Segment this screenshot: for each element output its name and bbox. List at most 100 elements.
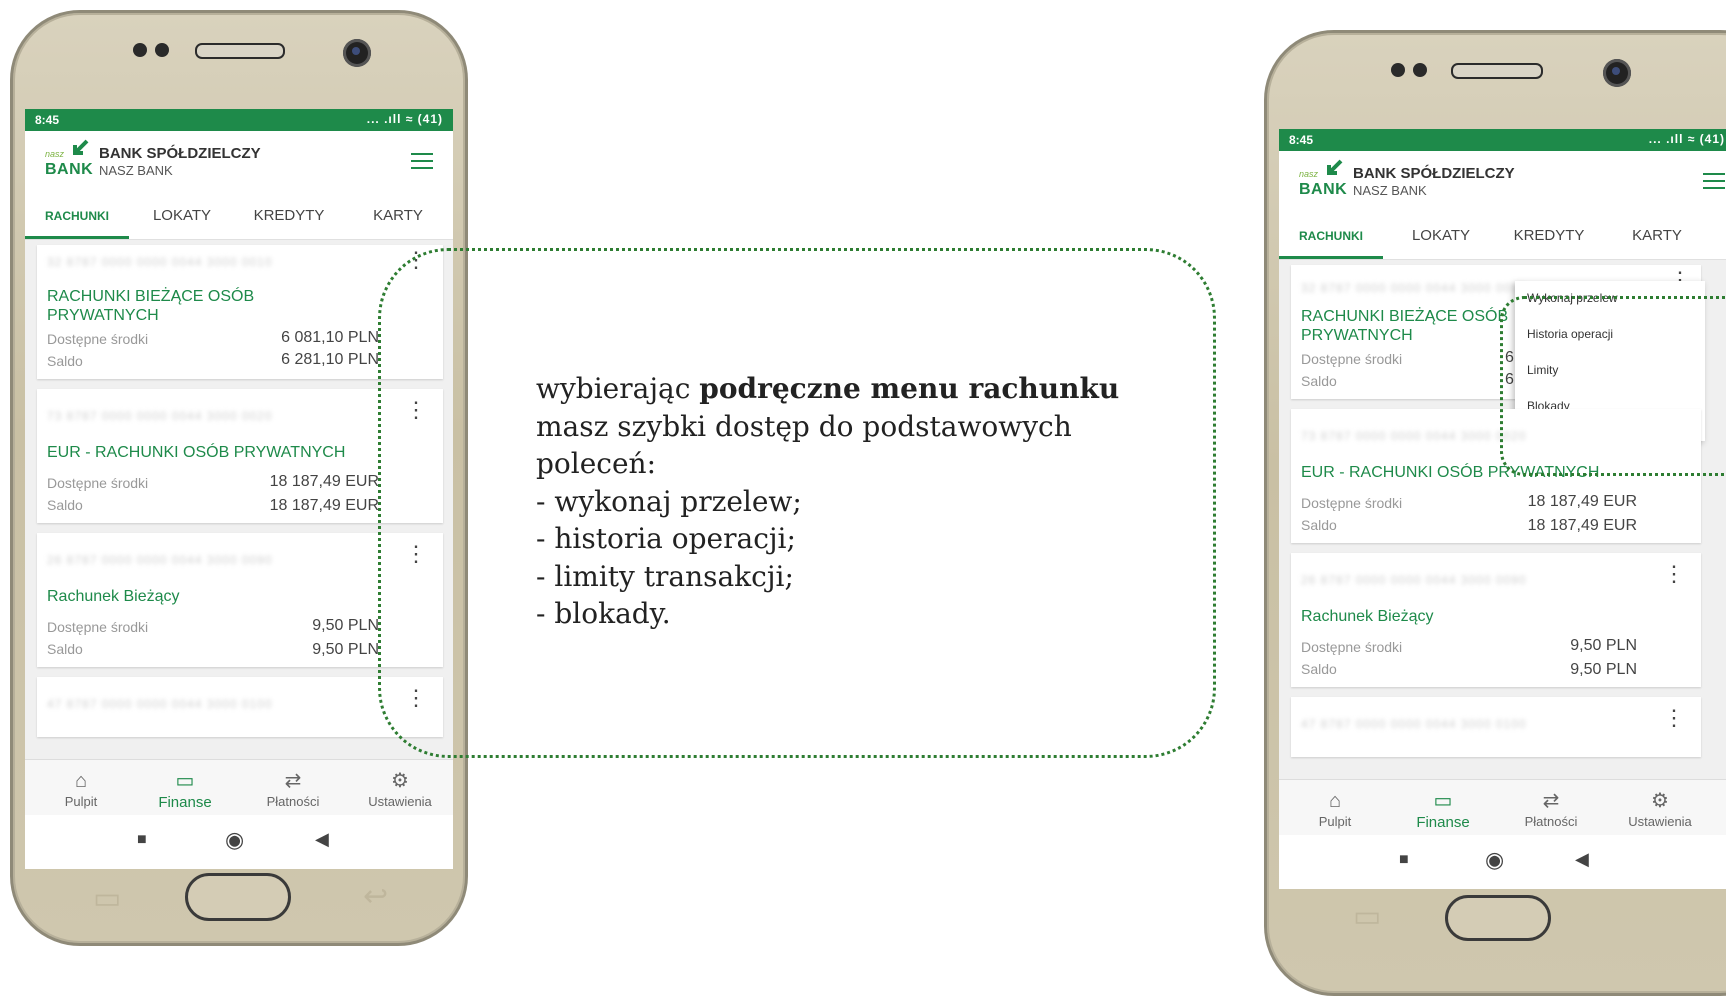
- status-icons: ... .ıll ≈ (41): [1648, 132, 1725, 146]
- nav-pulpit[interactable]: ⌂ Pulpit: [31, 760, 131, 809]
- account-card[interactable]: 26 8787 0000 0000 0044 3000 0090 ⋮ Rachu…: [1291, 553, 1701, 687]
- balance-value: 9,50 PLN: [312, 641, 379, 658]
- available-value: 18 187,49 EUR: [269, 473, 379, 490]
- transfer-arrows-icon: ⇄: [1542, 790, 1560, 812]
- bottom-navigation: ⌂ Pulpit ▭ Finanse ⇄ Płatności ⚙ Ustawienia: [1279, 779, 1726, 836]
- nav-ustawienia[interactable]: ⚙ Ustawienia: [1607, 780, 1713, 829]
- balance-label: Saldo: [47, 497, 83, 513]
- hardware-home-button[interactable]: [1445, 895, 1551, 941]
- account-name: RACHUNKI BIEŻĄCE OSÓB PRYWATNYCH: [47, 288, 255, 324]
- wallet-icon: ▭: [1433, 790, 1453, 812]
- status-time: 8:45: [35, 113, 60, 127]
- available-label: Dostępne środki: [47, 475, 149, 491]
- hardware-recents-icon: ▭: [1353, 900, 1382, 933]
- available-value: 18 187,49 EUR: [1527, 493, 1637, 510]
- account-number: 73 8787 0000 0000 0044 3000 0020: [1301, 429, 1527, 443]
- bottom-navigation: ⌂ Pulpit ▭ Finanse ⇄ Płatności ⚙ Ustawienia: [25, 759, 453, 816]
- status-bar: 8:45 ... .ıll ≈ (41): [25, 109, 453, 131]
- tab-kredyty[interactable]: KREDYTY: [1495, 213, 1603, 259]
- hamburger-menu-icon[interactable]: [1703, 173, 1725, 189]
- available-label: Dostępne środki: [1301, 351, 1403, 367]
- kebab-menu-icon[interactable]: ⋮: [1663, 563, 1685, 585]
- account-number: 26 8787 0000 0000 0044 3000 0090: [47, 553, 273, 567]
- back-triangle-icon[interactable]: ◀: [315, 829, 329, 850]
- tab-lokaty[interactable]: LOKATY: [1387, 213, 1495, 259]
- nav-platnosci[interactable]: ⇄ Płatności: [1501, 780, 1601, 829]
- wallet-icon: ▭: [175, 770, 195, 792]
- balance-label: Saldo: [1301, 373, 1337, 389]
- context-menu-highlight: [1500, 296, 1726, 476]
- available-value: 9,50 PLN: [312, 617, 379, 634]
- home-circle-icon[interactable]: ◉: [1485, 847, 1504, 873]
- callout-text: wybierając podręczne menu rachunku masz …: [536, 372, 1120, 630]
- nav-pulpit[interactable]: ⌂ Pulpit: [1285, 780, 1385, 829]
- right-phone: 8:45 ... .ıll ≈ (41) nasz BANK BANK SPÓŁ…: [1264, 30, 1726, 996]
- account-number: 47 8787 0000 0000 0044 3000 0100: [1301, 717, 1527, 731]
- balance-label: Saldo: [47, 641, 83, 657]
- account-number: 32 8787 0000 0000 0044 3000 0010: [47, 255, 273, 269]
- available-label: Dostępne środki: [47, 331, 149, 347]
- balance-label: Saldo: [1301, 517, 1337, 533]
- bank-name: BANK SPÓŁDZIELCZY: [1353, 165, 1515, 182]
- recents-button-icon[interactable]: ■: [1399, 851, 1409, 869]
- balance-value: 6 281,10 PLN: [281, 351, 379, 368]
- available-label: Dostępne środki: [47, 619, 149, 635]
- account-tabs: RACHUNKI LOKATY KREDYTY KARTY: [1279, 213, 1726, 260]
- home-icon: ⌂: [1328, 790, 1342, 812]
- account-card[interactable]: 47 8787 0000 0000 0044 3000 0100 ⋮: [1291, 697, 1701, 757]
- tab-lokaty[interactable]: LOKATY: [129, 193, 235, 239]
- account-tabs: RACHUNKI LOKATY KREDYTY KARTY: [25, 193, 453, 240]
- front-camera: [1603, 59, 1631, 87]
- balance-label: Saldo: [1301, 661, 1337, 677]
- account-name: Rachunek Bieżący: [1301, 608, 1434, 625]
- front-camera: [343, 39, 371, 67]
- nav-platnosci[interactable]: ⇄ Płatności: [243, 760, 343, 809]
- bank-subname: NASZ BANK: [99, 163, 173, 178]
- back-triangle-icon[interactable]: ◀: [1575, 849, 1589, 870]
- hamburger-menu-icon[interactable]: [411, 153, 433, 169]
- balance-value: 18 187,49 EUR: [269, 497, 379, 514]
- tab-karty[interactable]: KARTY: [343, 193, 453, 239]
- nav-finanse[interactable]: ▭ Finanse: [135, 760, 235, 811]
- callout-bold: podręczne menu rachunku: [699, 372, 1120, 405]
- balance-value: 9,50 PLN: [1570, 661, 1637, 678]
- account-name: Rachunek Bieżący: [47, 588, 180, 605]
- account-number: 73 8787 0000 0000 0044 3000 0020: [47, 409, 273, 423]
- hardware-back-icon: ↩: [363, 880, 389, 913]
- available-value: 6 081,10 PLN: [281, 329, 379, 346]
- hardware-recents-icon: ▭: [93, 882, 122, 915]
- balance-label: Saldo: [47, 353, 83, 369]
- earpiece: [195, 43, 285, 59]
- home-icon: ⌂: [74, 770, 88, 792]
- hardware-home-button[interactable]: [185, 873, 291, 921]
- account-number: 47 8787 0000 0000 0044 3000 0100: [47, 697, 273, 711]
- bank-logo: nasz BANK: [45, 139, 93, 183]
- bank-name: BANK SPÓŁDZIELCZY: [99, 145, 261, 162]
- sensor-dots: [1391, 63, 1427, 77]
- home-circle-icon[interactable]: ◉: [225, 827, 244, 853]
- sensor-dots: [133, 43, 169, 57]
- recents-button-icon[interactable]: ■: [137, 831, 147, 849]
- status-bar: 8:45 ... .ıll ≈ (41): [1279, 129, 1726, 151]
- balance-value: 18 187,49 EUR: [1527, 517, 1637, 534]
- android-system-nav: ■ ◉ ◀: [25, 815, 453, 869]
- tab-rachunki[interactable]: RACHUNKI: [1279, 213, 1383, 259]
- account-number: 26 8787 0000 0000 0044 3000 0090: [1301, 573, 1527, 587]
- available-label: Dostępne środki: [1301, 639, 1403, 655]
- status-time: 8:45: [1289, 133, 1314, 147]
- account-name: EUR - RACHUNKI OSÓB PRYWATNYCH: [47, 444, 346, 461]
- bank-subname: NASZ BANK: [1353, 183, 1427, 198]
- kebab-menu-icon[interactable]: ⋮: [1663, 707, 1685, 729]
- transfer-arrows-icon: ⇄: [284, 770, 302, 792]
- logo-arrow-icon: [1327, 159, 1343, 175]
- nav-ustawienia[interactable]: ⚙ Ustawienia: [347, 760, 453, 809]
- earpiece: [1451, 63, 1543, 79]
- tab-karty[interactable]: KARTY: [1603, 213, 1711, 259]
- status-icons: ... .ıll ≈ (41): [366, 112, 443, 126]
- tab-kredyty[interactable]: KREDYTY: [235, 193, 343, 239]
- bank-logo: nasz BANK: [1299, 159, 1347, 203]
- tab-rachunki[interactable]: RACHUNKI: [25, 193, 129, 239]
- available-value: 9,50 PLN: [1570, 637, 1637, 654]
- account-number: 32 8787 0000 0000 0044 3000 0010: [1301, 281, 1527, 295]
- nav-finanse[interactable]: ▭ Finanse: [1393, 780, 1493, 831]
